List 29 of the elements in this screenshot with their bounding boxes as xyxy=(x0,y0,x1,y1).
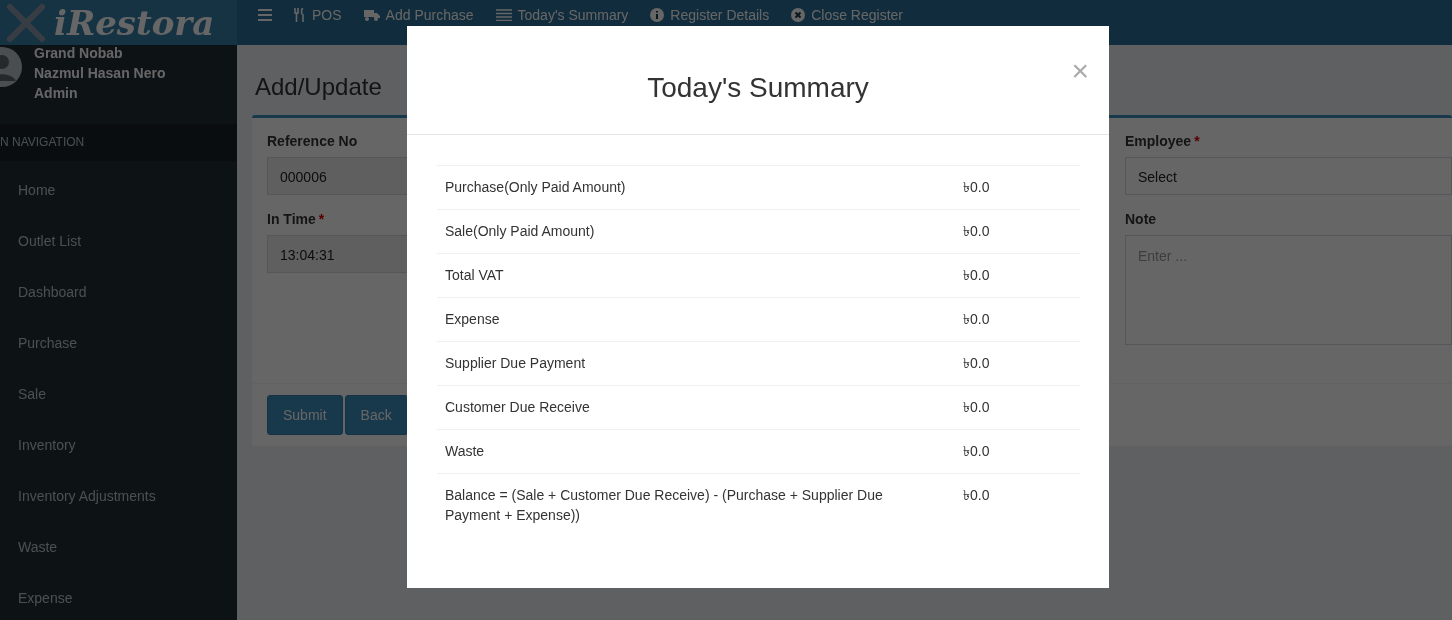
table-cell: Total VAT xyxy=(437,253,933,298)
required-mark: * xyxy=(318,211,325,227)
user-info-text: Admin xyxy=(34,85,79,101)
table-cell: Customer Due Receive xyxy=(437,385,933,430)
dialog-title: Today's Summary xyxy=(647,72,869,104)
table-cell: Balance = (Sale + Customer Due Receive) - (Purchase + Supplier Due Payment + Expense)) xyxy=(437,473,933,537)
table-cell: ৳0.0 xyxy=(933,429,1080,474)
table-cell: ৳0.0 xyxy=(933,165,1080,210)
field-label: In Time xyxy=(267,211,316,227)
table-cell: Expense xyxy=(437,297,933,342)
table-cell: Purchase(Only Paid Amount) xyxy=(437,165,933,210)
table-cell: ৳0.0 xyxy=(933,297,1080,342)
table-cell: ৳0.0 xyxy=(933,341,1080,386)
field-label: Employee xyxy=(1125,133,1192,149)
field-label: Reference No xyxy=(267,133,358,149)
user-info-text: Grand Nobab xyxy=(34,45,124,61)
field-label: Note xyxy=(1125,211,1157,227)
required-mark: * xyxy=(1194,133,1200,149)
table-cell: Sale(Only Paid Amount) xyxy=(437,209,933,254)
table-cell: ৳0.0 xyxy=(933,385,1080,430)
table-cell: ৳0.0 xyxy=(933,253,1080,298)
user-info-text: Nazmul Hasan Nero xyxy=(34,65,166,81)
page-title: Add/Update xyxy=(255,73,382,101)
table-cell: ৳0.0 xyxy=(933,209,1080,254)
table-cell: ৳0.0 xyxy=(933,473,1080,537)
table-cell: Supplier Due Payment xyxy=(437,341,933,386)
sidebar-header: N NAVIGATION xyxy=(0,124,237,161)
table-cell: Waste xyxy=(437,429,933,474)
logo-text: iRestora xyxy=(54,2,215,43)
